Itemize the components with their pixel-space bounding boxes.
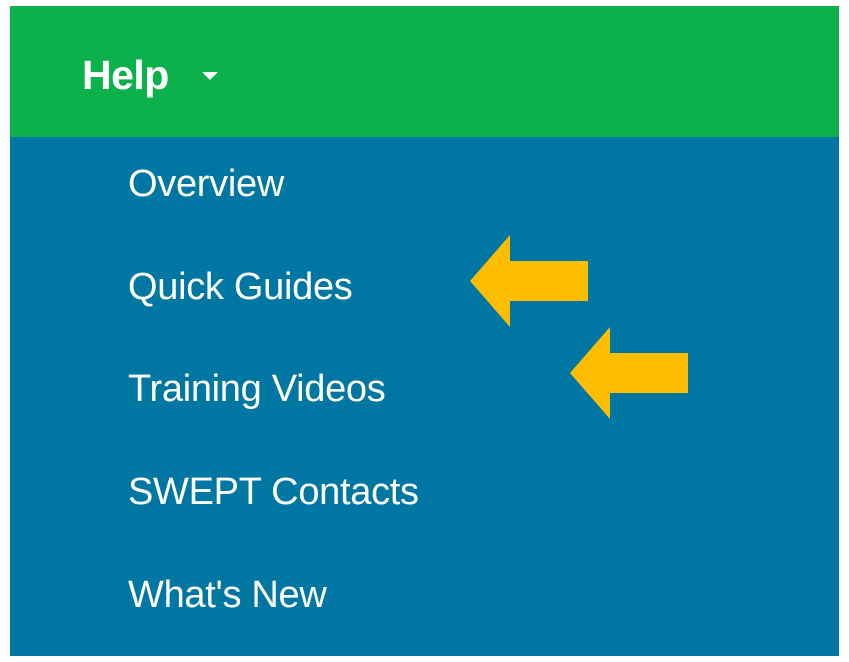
menu-item-training-videos[interactable]: Training Videos <box>128 363 386 415</box>
help-menu-toggle[interactable]: Help <box>10 6 839 137</box>
menu-item-whats-new[interactable]: What's New <box>128 569 327 621</box>
menu-item-overview[interactable]: Overview <box>128 158 284 210</box>
help-dropdown: Help Overview Quick Guides Training Vide… <box>10 6 839 656</box>
caret-down-icon <box>202 72 218 80</box>
menu-item-quick-guides[interactable]: Quick Guides <box>128 261 353 313</box>
help-title: Help <box>82 52 169 98</box>
menu-item-swept-contacts[interactable]: SWEPT Contacts <box>128 466 419 518</box>
arrow-left-icon <box>470 235 588 327</box>
help-menu-panel: Overview Quick Guides Training Videos SW… <box>10 137 839 656</box>
arrow-left-icon <box>570 327 688 419</box>
